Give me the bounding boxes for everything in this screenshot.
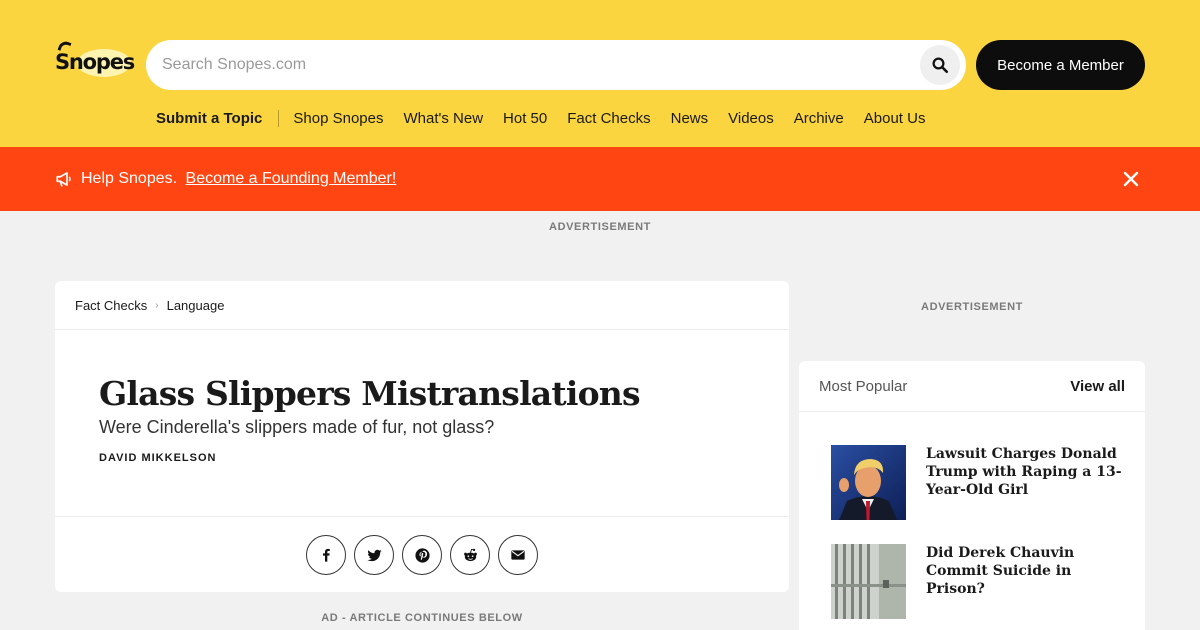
breadcrumb: Fact Checks › Language <box>75 298 224 313</box>
person-photo-icon <box>831 445 906 520</box>
share-buttons <box>306 535 546 575</box>
advertisement-label-sidebar: ADVERTISEMENT <box>921 301 1023 313</box>
close-icon[interactable] <box>1122 170 1140 188</box>
nav-archive[interactable]: Archive <box>794 110 844 127</box>
facebook-icon <box>323 548 330 562</box>
popular-item-thumbnail[interactable] <box>831 544 906 619</box>
article-title: Glass Slippers Mistranslations <box>99 374 641 413</box>
breadcrumb-fact-checks[interactable]: Fact Checks <box>75 298 147 313</box>
advertisement-label-top: ADVERTISEMENT <box>549 221 651 233</box>
popular-item-thumbnail[interactable] <box>831 445 906 520</box>
nav-news[interactable]: News <box>671 110 709 127</box>
prison-bars-photo-icon <box>831 544 906 619</box>
share-email-button[interactable] <box>498 535 538 575</box>
nav-about-us[interactable]: About Us <box>864 110 926 127</box>
popular-item-title[interactable]: Did Derek Chauvin Commit Suicide in Pris… <box>926 544 1126 598</box>
founding-member-link[interactable]: Become a Founding Member! <box>186 170 397 187</box>
popular-item[interactable]: Did Derek Chauvin Commit Suicide in Pris… <box>831 544 1121 619</box>
nav-hot-50[interactable]: Hot 50 <box>503 110 547 127</box>
promo-label: Help Snopes. <box>81 170 178 187</box>
promo-banner: Help Snopes. Become a Founding Member! <box>0 147 1200 211</box>
twitter-icon <box>366 549 382 561</box>
view-all-link[interactable]: View all <box>1070 378 1125 395</box>
breadcrumb-language[interactable]: Language <box>167 298 225 313</box>
article-subtitle: Were Cinderella's slippers made of fur, … <box>99 417 495 437</box>
search-input[interactable] <box>162 53 902 77</box>
divider <box>55 329 789 330</box>
become-member-button[interactable]: Become a Member <box>976 40 1145 90</box>
popular-item-title[interactable]: Lawsuit Charges Donald Trump with Raping… <box>926 445 1126 499</box>
article-author[interactable]: DAVID MIKKELSON <box>99 452 216 464</box>
chevron-right-icon: › <box>155 300 159 311</box>
email-icon <box>511 550 525 560</box>
site-header: Snopes Become a Member Submit a Topic Sh… <box>0 0 1200 147</box>
most-popular-heading: Most Popular <box>819 378 908 395</box>
nav-whats-new[interactable]: What's New <box>403 110 483 127</box>
divider <box>799 411 1145 412</box>
snopes-logo[interactable]: Snopes <box>55 39 135 80</box>
article-card: Fact Checks › Language Glass Slippers Mi… <box>55 281 789 592</box>
share-pinterest-button[interactable] <box>402 535 442 575</box>
promo-text: Help Snopes. Become a Founding Member! <box>81 170 396 188</box>
search-icon <box>932 57 949 74</box>
advertisement-label-below: AD - ARTICLE CONTINUES BELOW <box>321 612 523 624</box>
share-twitter-button[interactable] <box>354 535 394 575</box>
nav-shop-snopes[interactable]: Shop Snopes <box>293 110 383 127</box>
pinterest-icon <box>414 547 430 563</box>
search-button[interactable] <box>920 45 960 85</box>
share-facebook-button[interactable] <box>306 535 346 575</box>
divider <box>55 516 789 517</box>
nav-submit-topic[interactable]: Submit a Topic <box>156 109 280 127</box>
reddit-icon <box>463 548 477 561</box>
nav-fact-checks[interactable]: Fact Checks <box>567 110 650 127</box>
popular-item[interactable]: Lawsuit Charges Donald Trump with Raping… <box>831 445 1122 520</box>
logo-text: Snopes <box>55 50 135 74</box>
share-reddit-button[interactable] <box>450 535 490 575</box>
megaphone-icon <box>56 172 71 187</box>
most-popular-panel: Most Popular View all Lawsuit Charges Do… <box>799 361 1145 630</box>
nav-videos[interactable]: Videos <box>728 110 774 127</box>
search-bar <box>146 40 966 90</box>
main-nav: Submit a Topic Shop Snopes What's New Ho… <box>156 107 945 129</box>
